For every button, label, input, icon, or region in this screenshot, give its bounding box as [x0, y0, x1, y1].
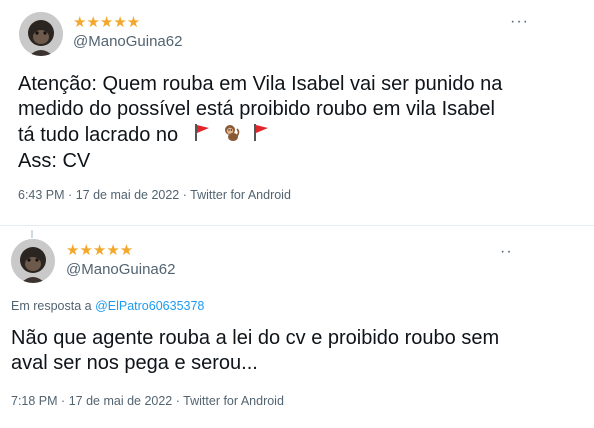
more-options-icon[interactable]: ··	[500, 243, 513, 261]
separator: ·	[175, 394, 180, 408]
reply-context: Em resposta a @ElPatro60635378	[11, 299, 204, 313]
tweet-text: Atenção: Quem rouba em Vila Isabel vai s…	[18, 72, 502, 174]
user-handle[interactable]: @ManoGuina62	[73, 33, 182, 50]
more-options-icon[interactable]: ···	[510, 13, 529, 31]
separator: ·	[182, 188, 187, 202]
red-flag-icon	[251, 122, 271, 149]
tweet-source[interactable]: Twitter for Android	[190, 188, 291, 202]
separator: ·	[68, 188, 73, 202]
tweet-metadata: 6:43 PM · 17 de mai de 2022 · Twitter fo…	[18, 188, 291, 202]
avatar[interactable]	[11, 239, 55, 283]
separator: ·	[61, 394, 66, 408]
tweet-text: Não que agente rouba a lei do cv e proib…	[11, 326, 499, 376]
tweet-time[interactable]: 7:18 PM	[11, 394, 58, 408]
tweet-date[interactable]: 17 de mai de 2022	[76, 188, 180, 202]
tweet-line: Ass: CV	[18, 150, 91, 172]
monkey-icon	[221, 122, 241, 149]
divider	[0, 225, 594, 226]
tweet-metadata: 7:18 PM · 17 de mai de 2022 · Twitter fo…	[11, 394, 284, 408]
reply-to-link[interactable]: @ElPatro60635378	[95, 299, 204, 313]
stars-text: ★★★★★	[66, 241, 134, 259]
tweet-line: medido do possível está proibido roubo e…	[18, 98, 495, 120]
reply-prefix: Em resposta a	[11, 299, 92, 313]
tweet-line: tá tudo lacrado no	[18, 123, 179, 146]
avatar[interactable]	[19, 12, 63, 56]
stars-text: ★★★★★	[73, 13, 141, 31]
tweet-card[interactable]: ★★★★★ @ManoGuina62 ·· Em resposta a @ElP…	[0, 228, 594, 428]
tweet-line: Não que agente rouba a lei do cv e proib…	[11, 327, 500, 349]
tweet-date[interactable]: 17 de mai de 2022	[69, 394, 173, 408]
tweet-source[interactable]: Twitter for Android	[183, 394, 284, 408]
tweet-line-with-emojis: tá tudo lacrado no	[18, 122, 502, 149]
star-rating: ★★★★★	[73, 14, 140, 30]
star-rating: ★★★★★	[66, 242, 133, 258]
tweet-time[interactable]: 6:43 PM	[18, 188, 65, 202]
user-handle[interactable]: @ManoGuina62	[66, 261, 175, 278]
red-flag-icon	[192, 122, 212, 149]
tweet-card[interactable]: ★★★★★ @ManoGuina62 ··· Atenção: Quem rou…	[0, 0, 594, 225]
tweet-line: aval ser nos pega e serou...	[11, 352, 258, 374]
tweet-line: Atenção: Quem rouba em Vila Isabel vai s…	[18, 73, 503, 95]
